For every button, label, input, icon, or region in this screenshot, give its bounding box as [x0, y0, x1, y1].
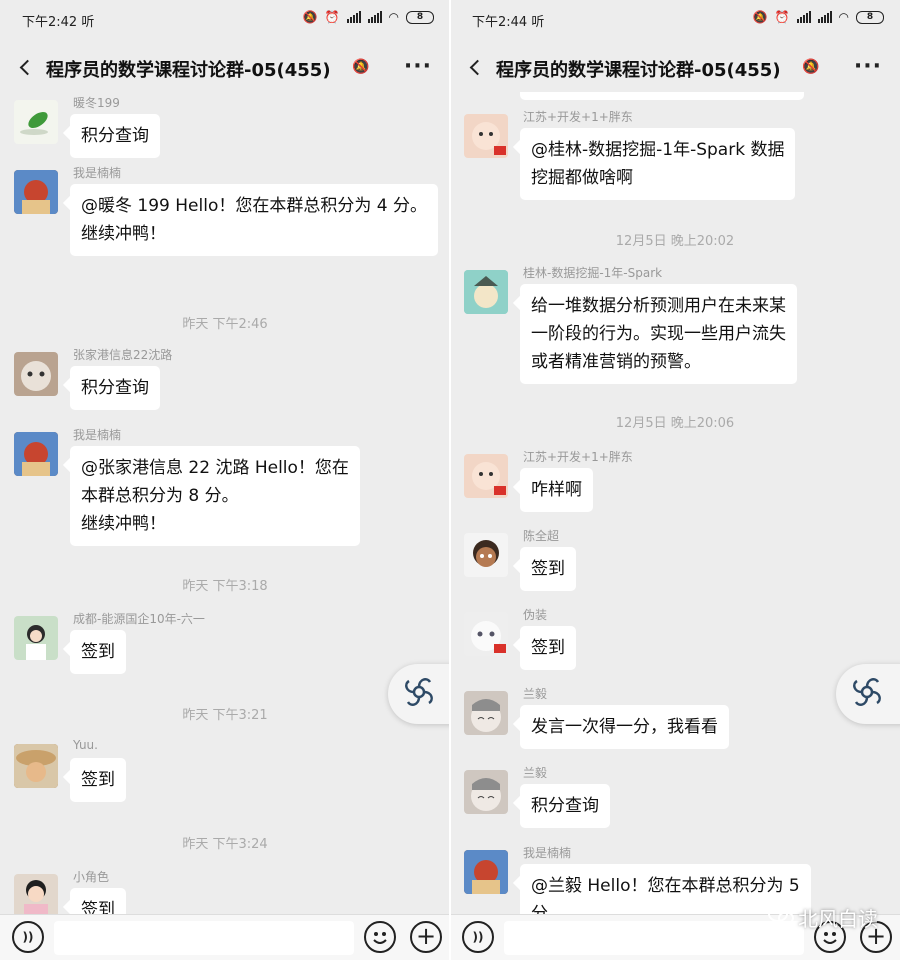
- avatar[interactable]: [14, 352, 58, 396]
- status-time-suffix: 听: [81, 15, 95, 30]
- alarm-icon: ⏰: [324, 10, 340, 24]
- chevron-left-icon[interactable]: [462, 52, 486, 82]
- message-bubble[interactable]: @张家港信息 22 沈路 Hello！您在 本群总积分为 8 分。 继续冲鸭！: [70, 446, 360, 546]
- timestamp: 昨天 下午3:18: [182, 579, 268, 594]
- signal-icon: [817, 11, 832, 23]
- message-bubble[interactable]: 签到: [70, 888, 126, 914]
- timestamp: 昨天 下午3:24: [182, 837, 268, 852]
- avatar[interactable]: [464, 270, 508, 314]
- avatar[interactable]: [14, 432, 58, 476]
- sender-name: 我是楠楠: [523, 846, 572, 860]
- title-bar: 程序员的数学课程讨论群-05(455) 🔕 ···: [450, 44, 900, 92]
- chat-title: 程序员的数学课程讨论群-05(455): [46, 60, 331, 81]
- avatar[interactable]: [14, 170, 58, 214]
- bell-off-icon: 🔕: [302, 10, 318, 24]
- sender-name: 江苏+开发+1+胖东: [523, 110, 633, 124]
- message-bubble[interactable]: @桂林-数据挖掘-1年-Spark 数据 挖掘都做啥啊: [520, 128, 796, 200]
- battery-icon: 8: [856, 10, 884, 24]
- divider: [449, 0, 451, 960]
- status-time: 下午2:44: [472, 15, 528, 30]
- plus-icon[interactable]: +: [410, 921, 442, 953]
- sender-name: Yuu.: [73, 738, 98, 752]
- message-input[interactable]: [54, 921, 354, 955]
- wechat-icon: [768, 904, 794, 931]
- wifi-icon: ◠: [388, 10, 399, 24]
- message-bubble[interactable]: @暖冬 199 Hello！您在本群总积分为 4 分。 继续冲鸭！: [70, 184, 438, 256]
- avatar[interactable]: [14, 874, 58, 914]
- message-bubble-partial: [520, 92, 804, 100]
- avatar[interactable]: [464, 533, 508, 577]
- more-dots-icon[interactable]: ···: [854, 54, 882, 79]
- pinwheel-button[interactable]: [388, 664, 450, 724]
- status-time-suffix: 听: [531, 15, 545, 30]
- avatar[interactable]: [464, 612, 508, 656]
- sender-name: 暖冬199: [73, 96, 120, 110]
- message-bubble[interactable]: 签到: [520, 626, 576, 670]
- timestamp: 12月5日 晚上20:06: [615, 416, 735, 431]
- avatar[interactable]: [14, 100, 58, 144]
- title-bar: 程序员的数学课程讨论群-05(455) 🔕 ···: [0, 44, 450, 92]
- message-input[interactable]: [504, 921, 804, 955]
- avatar[interactable]: [464, 114, 508, 158]
- chat-screen-left: 下午2:42 听 🔕 ⏰ ◠ 8 程序员的数学课程讨论群-05(455) 🔕 ·…: [0, 0, 450, 960]
- message-bubble[interactable]: 积分查询: [520, 784, 610, 828]
- sender-name: 桂林-数据挖掘-1年-Spark: [523, 266, 663, 280]
- bell-off-icon: 🔕: [752, 10, 768, 24]
- wifi-icon: ◠: [838, 10, 849, 24]
- bell-off-icon: 🔕: [352, 59, 370, 75]
- input-bar: )) +: [0, 914, 450, 960]
- battery-icon: 8: [406, 10, 434, 24]
- watermark: 北风白读: [768, 903, 878, 932]
- message-bubble[interactable]: 签到: [70, 758, 126, 802]
- status-bar: 下午2:44 听 🔕 ⏰ ◠ 8: [450, 0, 900, 36]
- message-bubble[interactable]: 积分查询: [70, 366, 160, 410]
- avatar[interactable]: [14, 744, 58, 788]
- pinwheel-icon: [400, 673, 438, 715]
- avatar[interactable]: [14, 616, 58, 660]
- alarm-icon: ⏰: [774, 10, 790, 24]
- chat-title: 程序员的数学课程讨论群-05(455): [496, 60, 781, 81]
- chevron-left-icon[interactable]: [12, 52, 36, 82]
- avatar[interactable]: [464, 691, 508, 735]
- sender-name: 江苏+开发+1+胖东: [523, 450, 633, 464]
- sender-name: 兰毅: [523, 687, 548, 701]
- chat-screen-right: 下午2:44 听 🔕 ⏰ ◠ 8 程序员的数学课程讨论群-05(455) 🔕 ·…: [450, 0, 900, 960]
- sender-name: 张家港信息22沈路: [73, 348, 173, 362]
- sender-name: 成都-能源国企10年-六一: [73, 612, 205, 626]
- watermark-text: 北风白读: [798, 907, 878, 931]
- timestamp: 12月5日 晚上20:02: [615, 234, 735, 249]
- emoji-icon[interactable]: [364, 921, 396, 953]
- timestamp: 昨天 下午3:21: [182, 708, 268, 723]
- signal-icon: [796, 11, 811, 23]
- more-dots-icon[interactable]: ···: [404, 54, 432, 79]
- signal-icon: [346, 11, 361, 23]
- message-bubble[interactable]: 发言一次得一分，我看看: [520, 705, 729, 749]
- sender-name: 我是楠楠: [73, 166, 122, 180]
- message-bubble[interactable]: 积分查询: [70, 114, 160, 158]
- avatar[interactable]: [464, 454, 508, 498]
- message-bubble[interactable]: 咋样啊: [520, 468, 593, 512]
- message-bubble[interactable]: 签到: [70, 630, 126, 674]
- message-bubble[interactable]: 给一堆数据分析预测用户在未来某 一阶段的行为。实现一些用户流失 或者精准营销的预…: [520, 284, 797, 384]
- sender-name: 陈全超: [523, 529, 560, 543]
- voice-icon[interactable]: )): [12, 921, 44, 953]
- timestamp: 昨天 下午2:46: [182, 317, 268, 332]
- sender-name: 兰毅: [523, 766, 548, 780]
- signal-icon: [367, 11, 382, 23]
- bell-off-icon: 🔕: [802, 59, 820, 75]
- message-bubble[interactable]: 签到: [520, 547, 576, 591]
- status-time: 下午2:42: [22, 15, 78, 30]
- sender-name: 我是楠楠: [73, 428, 122, 442]
- pinwheel-icon: [848, 673, 886, 715]
- pinwheel-button[interactable]: [836, 664, 900, 724]
- sender-name: 小角色: [73, 870, 110, 884]
- message-list[interactable]: 暖冬199 积分查询 我是楠楠 @暖冬 199 Hello！您在本群总积分为 4…: [0, 92, 450, 914]
- avatar[interactable]: [464, 770, 508, 814]
- avatar[interactable]: [464, 850, 508, 894]
- message-list[interactable]: 江苏+开发+1+胖东 @桂林-数据挖掘-1年-Spark 数据 挖掘都做啥啊 1…: [450, 92, 900, 914]
- voice-icon[interactable]: )): [462, 921, 494, 953]
- sender-name: 伪装: [523, 608, 548, 622]
- status-bar: 下午2:42 听 🔕 ⏰ ◠ 8: [0, 0, 450, 36]
